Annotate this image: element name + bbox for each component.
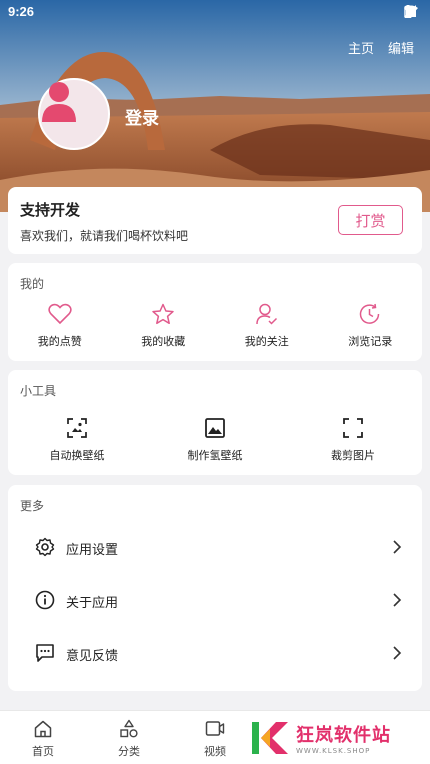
history-clock-icon	[360, 303, 380, 324]
tool-item-label: 裁剪图片	[331, 449, 375, 462]
tip-button[interactable]: 打赏	[338, 205, 403, 235]
mine-item-label: 浏览记录	[348, 335, 393, 348]
home-icon	[34, 720, 52, 738]
avatar[interactable]	[38, 78, 110, 150]
mine-grid: 我的点赞 我的收藏 我的关注 浏览记录	[8, 303, 422, 349]
watermark-url: WWW.KLSK.SHOP	[296, 747, 371, 755]
tool-item-label: 自动换壁纸	[49, 449, 105, 462]
info-icon	[35, 590, 55, 610]
tool-item-auto-wallpaper[interactable]: 自动换壁纸	[8, 417, 146, 463]
home-link[interactable]: 主页	[348, 38, 374, 57]
gear-icon	[35, 537, 55, 557]
feedback-icon	[36, 644, 54, 662]
tool-item-label: 制作氢壁纸	[187, 449, 243, 462]
star-icon	[152, 303, 174, 325]
nav-label: 视频	[204, 745, 226, 758]
watermark: 狂岚软件站 WWW.KLSK.SHOP	[250, 719, 391, 757]
battery-icon	[404, 5, 412, 18]
feedback-label: 意见反馈	[66, 649, 119, 664]
video-icon	[205, 721, 225, 736]
section-title: 更多	[20, 499, 45, 513]
mine-item-favorites[interactable]: 我的收藏	[112, 303, 216, 349]
mine-item-following[interactable]: 我的关注	[215, 303, 319, 349]
nav-label: 分类	[118, 745, 140, 758]
tool-item-make-wallpaper[interactable]: 制作氢壁纸	[146, 417, 284, 463]
login-button[interactable]: 登录	[125, 104, 159, 129]
nav-video[interactable]: 视频	[185, 719, 245, 759]
brand-logo	[252, 722, 288, 754]
support-card: 支持开发 喜欢我们，就请我们喝杯饮料吧 打赏	[8, 187, 422, 254]
mine-section: 我的 我的点赞 我的收藏 我的关注 浏览记录	[8, 263, 422, 361]
user-avatar-icon	[42, 82, 76, 122]
section-title: 小工具	[20, 384, 57, 398]
mine-item-label: 我的收藏	[141, 335, 186, 348]
about-label: 关于应用	[66, 596, 119, 611]
status-bar: 9:26	[0, 0, 430, 24]
watermark-brand: 狂岚软件站	[296, 725, 391, 745]
nav-home[interactable]: 首页	[13, 719, 73, 759]
status-time: 9:26	[8, 4, 35, 19]
edit-link[interactable]: 编辑	[388, 38, 414, 57]
support-description: 喜欢我们，就请我们喝杯饮料吧	[20, 229, 189, 243]
chevron-right-icon	[393, 646, 402, 660]
tools-grid: 自动换壁纸 制作氢壁纸 裁剪图片	[8, 417, 422, 463]
section-title: 我的	[20, 277, 45, 291]
tools-section: 小工具 自动换壁纸 制作氢壁纸 裁剪图片	[8, 370, 422, 475]
feedback-row[interactable]: 意见反馈	[8, 633, 422, 673]
auto-wallpaper-icon	[67, 418, 87, 438]
heart-icon	[48, 303, 72, 325]
nav-category[interactable]: 分类	[99, 719, 159, 759]
settings-row[interactable]: 应用设置	[8, 527, 422, 567]
nav-label: 首页	[32, 745, 54, 758]
crop-icon	[343, 418, 363, 438]
settings-label: 应用设置	[66, 543, 119, 558]
chevron-right-icon	[393, 540, 402, 554]
mine-item-history[interactable]: 浏览记录	[319, 303, 423, 349]
tool-item-crop[interactable]: 裁剪图片	[284, 417, 422, 463]
chevron-right-icon	[393, 593, 402, 607]
mine-item-label: 我的点赞	[37, 335, 82, 348]
bottom-nav: 首页 分类 视频 狂岚软件站 WWW.KLSK.SHOP	[0, 710, 430, 764]
about-row[interactable]: 关于应用	[8, 580, 422, 620]
user-follow-icon	[256, 303, 277, 325]
mine-item-likes[interactable]: 我的点赞	[8, 303, 112, 349]
more-section: 更多 应用设置 关于应用 意见反馈	[8, 485, 422, 691]
support-title: 支持开发	[20, 201, 81, 219]
header-nav: 主页 编辑	[348, 38, 414, 57]
category-icon	[120, 719, 138, 738]
profile-header-banner: 9:26 主页 编辑 登录	[0, 0, 430, 212]
image-icon	[205, 418, 225, 438]
mine-item-label: 我的关注	[244, 335, 289, 348]
